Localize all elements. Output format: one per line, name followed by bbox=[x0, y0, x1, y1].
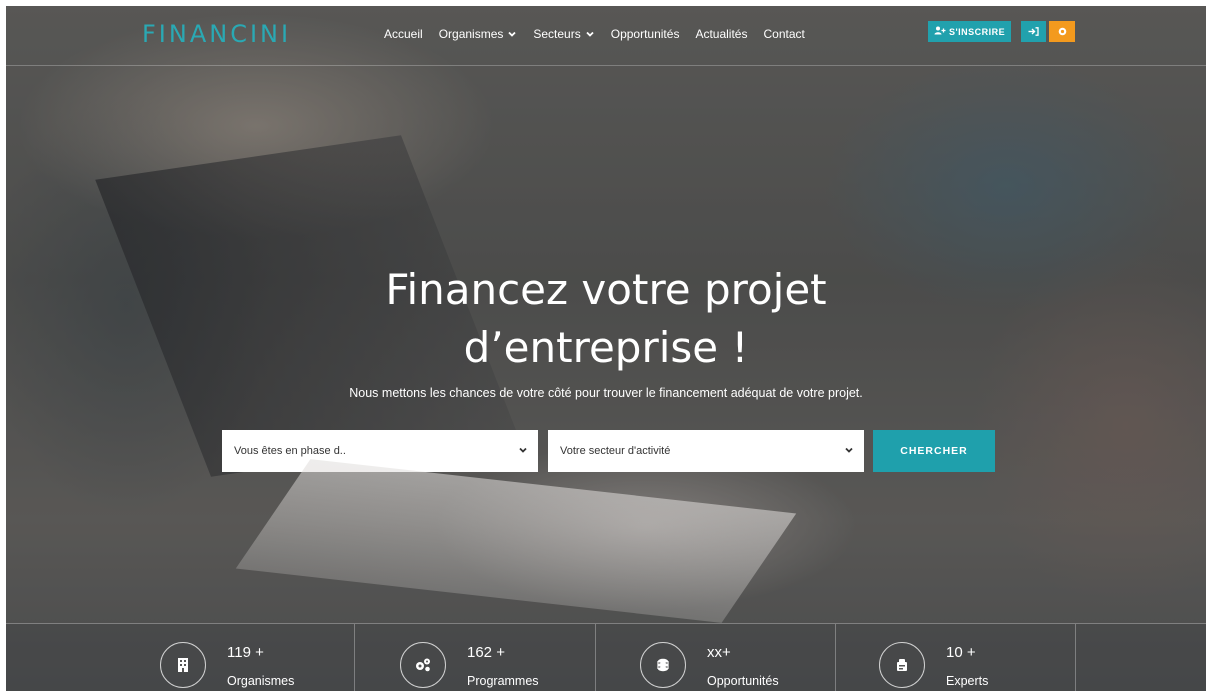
chevron-down-icon bbox=[507, 29, 517, 39]
register-button[interactable]: S'INSCRIRE bbox=[928, 21, 1012, 42]
language-button[interactable] bbox=[1049, 21, 1075, 42]
chevron-down-icon bbox=[844, 445, 854, 458]
stat-value: 162 + bbox=[467, 644, 505, 661]
main-nav: Accueil Organismes Secteurs Opportunités… bbox=[384, 27, 821, 41]
site-logo[interactable]: FINANCINI bbox=[142, 20, 291, 48]
hero-title-line2: d’entreprise ! bbox=[463, 323, 749, 372]
user-plus-icon bbox=[934, 26, 946, 37]
nav-item-label: Opportunités bbox=[610, 27, 680, 41]
hero-subtitle: Nous mettons les chances de votre côté p… bbox=[349, 386, 863, 400]
stat-divider bbox=[1075, 624, 1076, 691]
stat-divider bbox=[835, 624, 836, 691]
register-label: S'INSCRIRE bbox=[949, 26, 1006, 37]
gears-icon bbox=[400, 642, 446, 688]
nav-item-secteurs[interactable]: Secteurs bbox=[533, 27, 594, 41]
nav-item-opportunites[interactable]: Opportunités bbox=[611, 27, 680, 41]
stat-label: Organismes bbox=[227, 674, 295, 688]
search-button[interactable]: CHERCHER bbox=[873, 430, 995, 472]
nav-item-label: Organismes bbox=[438, 27, 504, 41]
building-icon bbox=[160, 642, 206, 688]
stat-value: 10 + bbox=[946, 644, 976, 661]
hero-section: FINANCINI Accueil Organismes Secteurs Op… bbox=[6, 6, 1206, 691]
stat-value: 119 + bbox=[227, 644, 264, 661]
stats-bar: 119 + Organismes 162 + Programmes xx+ Op… bbox=[6, 623, 1206, 691]
phase-select-value: Vous êtes en phase d.. bbox=[234, 445, 346, 457]
stat-divider bbox=[354, 624, 355, 691]
stat-label: Experts bbox=[946, 674, 989, 688]
nav-item-organismes[interactable]: Organismes bbox=[439, 27, 518, 41]
stat-value: xx+ bbox=[707, 644, 731, 661]
nav-item-label: Secteurs bbox=[533, 27, 581, 41]
sector-select[interactable]: Votre secteur d'activité bbox=[548, 430, 864, 472]
phase-select[interactable]: Vous êtes en phase d.. bbox=[222, 430, 538, 472]
nav-item-accueil[interactable]: Accueil bbox=[384, 27, 423, 41]
expert-icon bbox=[879, 642, 925, 688]
nav-item-actualites[interactable]: Actualités bbox=[695, 27, 747, 41]
sign-in-icon bbox=[1028, 23, 1039, 41]
globe-icon bbox=[1058, 23, 1067, 41]
chevron-down-icon bbox=[585, 29, 595, 39]
login-button[interactable] bbox=[1021, 21, 1046, 42]
hero-title-line1: Financez votre projet bbox=[385, 265, 827, 314]
nav-item-contact[interactable]: Contact bbox=[763, 27, 804, 41]
nav-item-label: Contact bbox=[763, 27, 805, 41]
stat-divider bbox=[595, 624, 596, 691]
stat-label: Programmes bbox=[467, 674, 539, 688]
coins-icon bbox=[640, 642, 686, 688]
navbar: FINANCINI Accueil Organismes Secteurs Op… bbox=[6, 6, 1206, 66]
hero-title: Financez votre projet d’entreprise ! bbox=[6, 261, 1206, 377]
nav-item-label: Actualités bbox=[695, 27, 748, 41]
chevron-down-icon bbox=[518, 445, 528, 458]
stat-label: Opportunités bbox=[707, 674, 779, 688]
sector-select-value: Votre secteur d'activité bbox=[560, 445, 671, 457]
nav-item-label: Accueil bbox=[384, 27, 423, 41]
